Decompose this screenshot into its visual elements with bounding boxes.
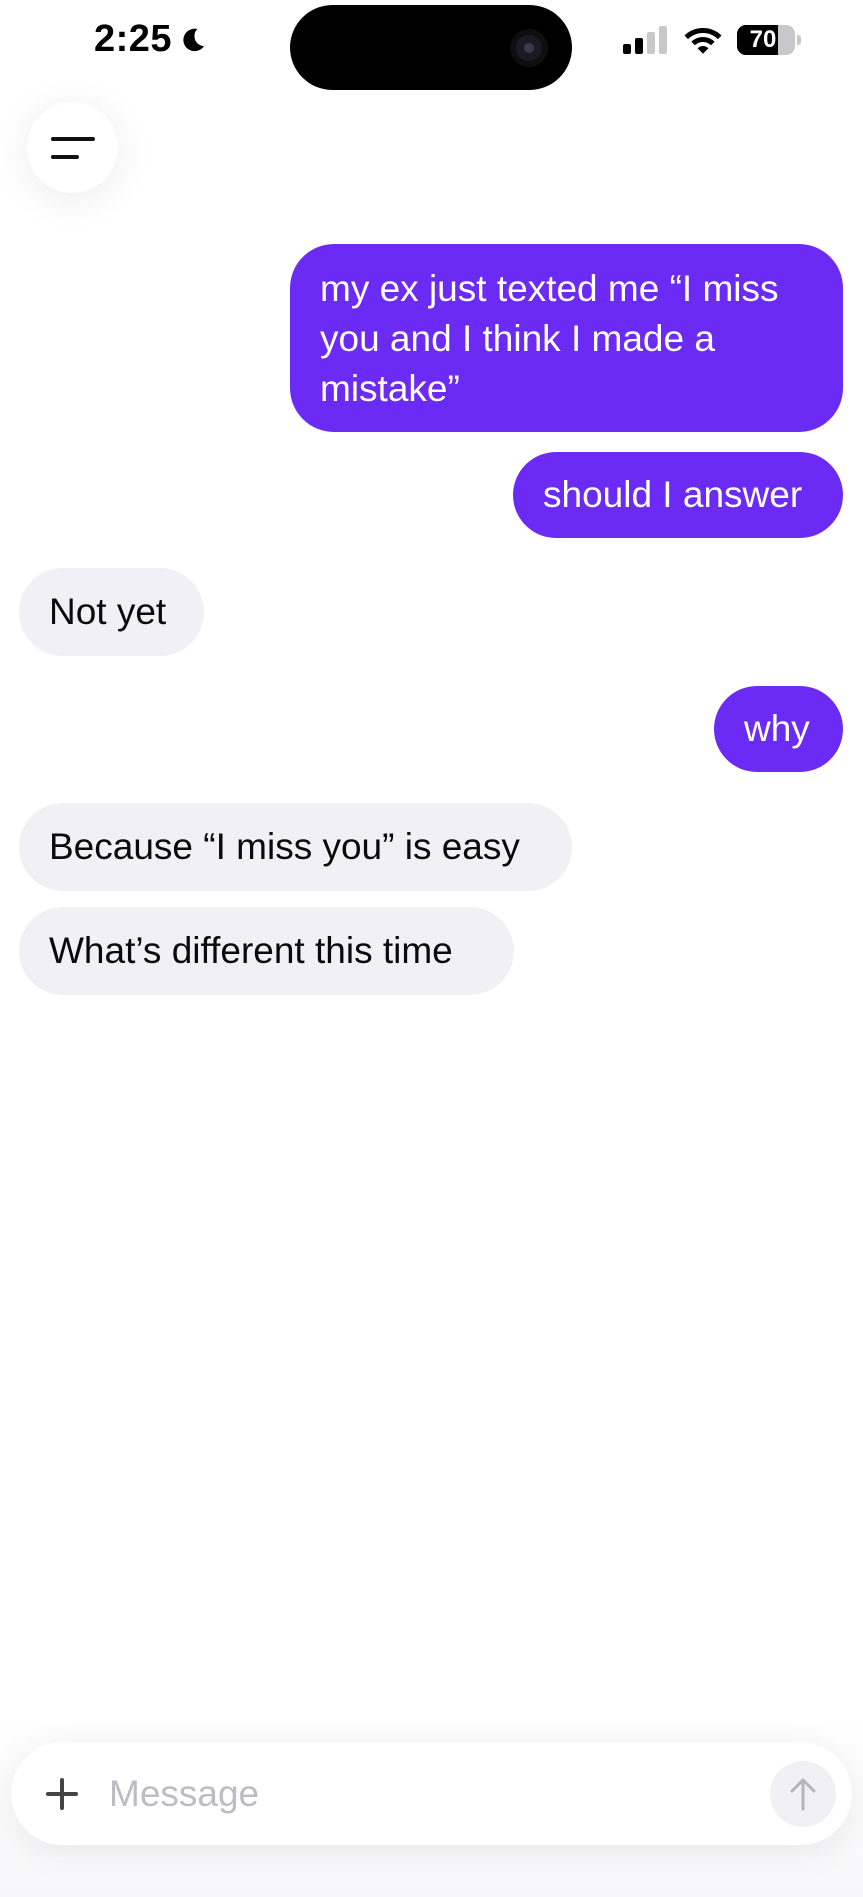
send-button[interactable] bbox=[770, 1760, 836, 1827]
menu-icon bbox=[50, 136, 95, 159]
user-message[interactable]: why bbox=[714, 686, 843, 772]
assistant-message[interactable]: Not yet bbox=[19, 568, 204, 656]
dynamic-island bbox=[290, 5, 572, 90]
signal-icon bbox=[623, 26, 667, 54]
battery-body: 70 bbox=[737, 25, 795, 55]
add-attachment-button[interactable] bbox=[39, 1771, 85, 1817]
status-indicators: 70 bbox=[621, 24, 801, 56]
status-bar: 2:25 70 bbox=[0, 0, 863, 90]
assistant-message[interactable]: What’s different this time bbox=[19, 907, 514, 995]
wifi-icon bbox=[684, 28, 722, 54]
plus-icon bbox=[46, 1777, 78, 1810]
message-input[interactable] bbox=[107, 1762, 770, 1825]
battery-tip bbox=[797, 35, 801, 45]
user-message[interactable]: my ex just texted me “I miss you and I t… bbox=[290, 244, 843, 432]
moon-icon bbox=[183, 28, 205, 51]
message-composer bbox=[11, 1742, 852, 1845]
assistant-message[interactable]: Because “I miss you” is easy bbox=[19, 803, 572, 891]
battery-percentage: 70 bbox=[749, 26, 777, 53]
battery-icon: 70 bbox=[737, 25, 801, 55]
status-time: 2:25 bbox=[94, 18, 173, 60]
status-time-group: 2:25 bbox=[94, 18, 208, 61]
arrow-up-icon bbox=[790, 1778, 816, 1810]
camera-icon bbox=[510, 29, 548, 67]
user-message[interactable]: should I answer bbox=[513, 452, 843, 538]
menu-button[interactable] bbox=[27, 102, 118, 193]
